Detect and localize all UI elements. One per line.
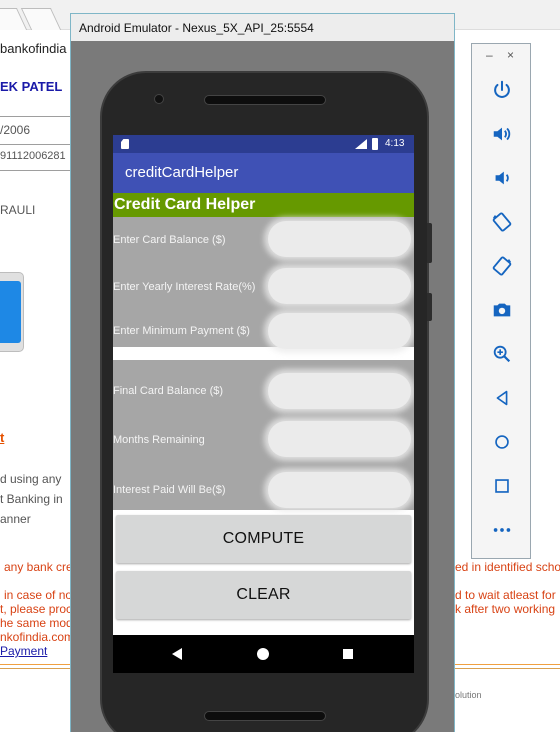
notice-text: he same mod [0,616,73,630]
payment-link[interactable]: Payment [0,644,47,658]
interest-rate-label: Enter Yearly Interest Rate(%) [113,281,256,293]
power-key[interactable] [427,293,432,321]
nav-back-icon[interactable] [172,648,182,660]
date-text: /2006 [0,123,31,137]
bottom-speaker [204,711,326,721]
rotate-left-icon[interactable] [490,210,514,234]
account-number-text: 91112006281 [0,150,66,162]
months-remaining-label: Months Remaining [113,434,205,446]
back-icon[interactable] [490,386,514,410]
emulator-window: Android Emulator - Nexus_5X_API_25:5554 … [70,13,455,732]
signal-icon [355,139,367,149]
body-text: t Banking in [0,492,63,506]
compute-button[interactable]: COMPUTE [116,515,411,563]
emulator-window-title: Android Emulator - Nexus_5X_API_25:5554 [79,21,314,35]
minimum-payment-input[interactable] [268,313,411,349]
interest-rate-input[interactable] [268,268,411,304]
output-panel: Final Card Balance ($) Months Remaining … [113,360,414,510]
notice-text: in case of no [4,588,73,602]
card-balance-input[interactable] [268,221,411,257]
power-icon[interactable] [490,78,514,102]
home-icon[interactable] [490,430,514,454]
close-button[interactable]: × [507,48,514,62]
app-content: Credit Card Helper Enter Card Balance ($… [113,193,414,643]
notice-text: nkofindia.com [0,630,75,644]
more-icon[interactable] [490,518,514,542]
place-text: RAULI [0,203,36,217]
zoom-icon[interactable] [490,342,514,366]
minimize-button[interactable]: – [486,48,493,62]
browser-tab[interactable] [20,8,62,30]
volume-key[interactable] [427,223,432,263]
final-balance-output [268,373,411,409]
notice-text: ed in identified scho [455,560,560,574]
notice-text: k after two working [455,602,556,616]
notice-text: t, please proc [0,602,73,616]
orange-link[interactable]: t [0,430,4,445]
final-balance-label: Final Card Balance ($) [113,385,224,397]
nav-home-icon[interactable] [257,648,269,660]
page-title: Credit Card Helper [114,196,256,213]
app-bar: creditCardHelper [113,153,414,193]
top-speaker [204,95,326,105]
header-band: Credit Card Helper [113,193,414,217]
battery-icon [372,138,378,150]
divider [0,144,70,145]
notice-text: d to wait atleast for [455,588,556,602]
camera-icon[interactable] [490,298,514,322]
status-time: 4:13 [385,138,405,149]
sd-card-icon [121,139,129,149]
months-remaining-output [268,421,411,457]
clear-button[interactable]: CLEAR [116,571,411,619]
divider [0,116,70,117]
body-text: d using any [0,472,62,486]
status-bar: 4:13 [113,135,414,153]
volume-down-icon[interactable] [490,166,514,190]
app-title: creditCardHelper [125,164,239,181]
input-panel: Enter Card Balance ($) Enter Yearly Inte… [113,217,414,349]
front-camera [154,94,164,104]
page-url-text: bankofindia [0,41,67,56]
emulator-toolbar: – × [471,43,531,559]
phone-frame: 4:13 creditCardHelper Credit Card Helper… [100,71,432,732]
interest-paid-output [268,472,411,508]
user-name-text: EK PATEL [0,79,63,94]
card-image [0,272,24,352]
divider [0,170,70,171]
navigation-bar [113,635,414,673]
emulator-screen-area: 4:13 creditCardHelper Credit Card Helper… [71,41,454,732]
nav-overview-icon[interactable] [343,649,353,659]
interest-paid-label: Interest Paid Will Be($) [113,484,226,496]
phone-display: 4:13 creditCardHelper Credit Card Helper… [113,135,414,673]
card-balance-label: Enter Card Balance ($) [113,234,226,246]
rotate-right-icon[interactable] [490,254,514,278]
footer-text: olution [455,690,482,700]
volume-up-icon[interactable] [490,122,514,146]
minimum-payment-label: Enter Minimum Payment ($) [113,325,250,337]
notice-text: any bank cre [4,560,73,574]
overview-icon[interactable] [490,474,514,498]
body-text: anner [0,512,31,526]
